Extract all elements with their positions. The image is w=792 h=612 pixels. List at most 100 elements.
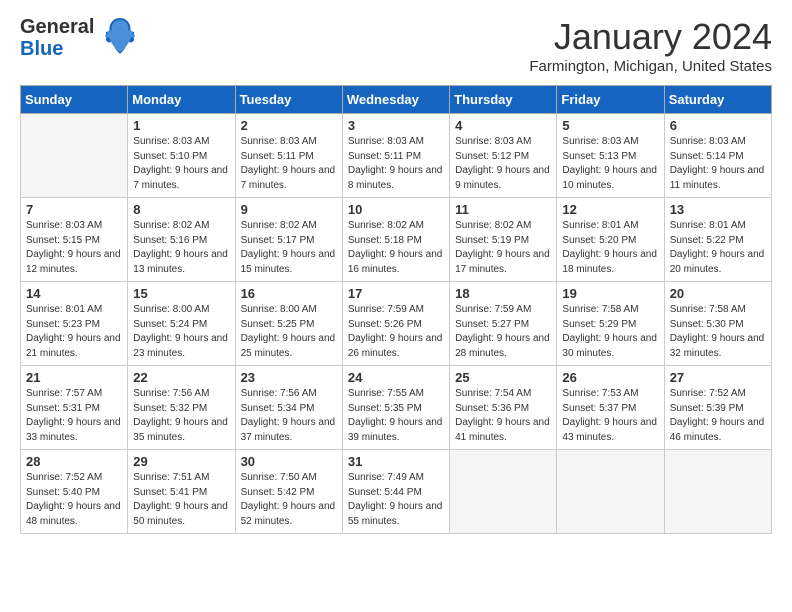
calendar-cell: 25 Sunrise: 7:54 AM Sunset: 5:36 PM Dayli… xyxy=(450,366,557,450)
day-info: Sunrise: 7:52 AM Sunset: 5:40 PM Dayligh… xyxy=(26,471,123,529)
day-number: 6 xyxy=(670,118,767,133)
day-number: 16 xyxy=(241,286,338,301)
calendar-week-2: 7 Sunrise: 8:03 AM Sunset: 5:15 PM Daylig… xyxy=(21,198,772,282)
calendar-cell: 30Sunrise: 7:50 AM Sunset: 5:42 PM Dayli… xyxy=(235,450,342,534)
calendar-week-3: 14 Sunrise: 8:01 AM Sunset: 5:23 PM Dayli… xyxy=(21,282,772,366)
day-number: 3 xyxy=(348,118,445,133)
calendar-cell: 22 Sunrise: 7:56 AM Sunset: 5:32 PM Dayli… xyxy=(128,366,235,450)
title-block: January 2024 Farmington, Michigan, Unite… xyxy=(529,16,772,75)
calendar-cell: 17 Sunrise: 7:59 AM Sunset: 5:26 PM Dayli… xyxy=(342,282,449,366)
calendar-cell: 5 Sunrise: 8:03 AM Sunset: 5:13 PM Daylig… xyxy=(557,114,664,198)
calendar-week-5: 28 Sunrise: 7:52 AM Sunset: 5:40 PM Dayli… xyxy=(21,450,772,534)
calendar-cell: 27 Sunrise: 7:52 AM Sunset: 5:39 PM Dayli… xyxy=(664,366,771,450)
day-header-monday: Monday xyxy=(128,86,235,114)
calendar-cell: 2Sunrise: 8:03 AM Sunset: 5:11 PM Daylig… xyxy=(235,114,342,198)
day-info: Sunrise: 7:56 AM Sunset: 5:34 PM Dayligh… xyxy=(241,387,338,445)
day-info: Sunrise: 8:03 AM Sunset: 5:10 PM Dayligh… xyxy=(133,135,230,193)
logo-general: General xyxy=(20,16,94,38)
day-number: 13 xyxy=(670,202,767,217)
calendar-cell: 21Sunrise: 7:57 AM Sunset: 5:31 PM Dayli… xyxy=(21,366,128,450)
day-info: Sunrise: 7:51 AM Sunset: 5:41 PM Dayligh… xyxy=(133,471,230,529)
day-number: 7 xyxy=(26,202,123,217)
day-info: Sunrise: 8:02 AM Sunset: 5:19 PM Dayligh… xyxy=(455,219,552,277)
day-number: 27 xyxy=(670,370,767,385)
day-info: Sunrise: 7:53 AM Sunset: 5:37 PM Dayligh… xyxy=(562,387,659,445)
day-info: Sunrise: 7:58 AM Sunset: 5:30 PM Dayligh… xyxy=(670,303,767,361)
logo: General Blue xyxy=(20,16,138,60)
day-number: 17 xyxy=(348,286,445,301)
day-info: Sunrise: 8:02 AM Sunset: 5:18 PM Dayligh… xyxy=(348,219,445,277)
day-number: 20 xyxy=(670,286,767,301)
calendar-cell: 20 Sunrise: 7:58 AM Sunset: 5:30 PM Dayli… xyxy=(664,282,771,366)
day-number: 29 xyxy=(133,454,230,469)
day-info: Sunrise: 8:02 AM Sunset: 5:17 PM Dayligh… xyxy=(241,219,338,277)
day-header-sunday: Sunday xyxy=(21,86,128,114)
calendar-header-row: SundayMondayTuesdayWednesdayThursdayFrid… xyxy=(21,86,772,114)
day-number: 2 xyxy=(241,118,338,133)
day-number: 28 xyxy=(26,454,123,469)
day-info: Sunrise: 8:01 AM Sunset: 5:23 PM Dayligh… xyxy=(26,303,123,361)
day-number: 12 xyxy=(562,202,659,217)
calendar-cell xyxy=(557,450,664,534)
calendar-cell xyxy=(21,114,128,198)
day-number: 22 xyxy=(133,370,230,385)
page-header: General Blue January 2024 Farmington, Mi… xyxy=(20,16,772,75)
day-number: 14 xyxy=(26,286,123,301)
calendar-cell: 12Sunrise: 8:01 AM Sunset: 5:20 PM Dayli… xyxy=(557,198,664,282)
day-header-friday: Friday xyxy=(557,86,664,114)
day-number: 5 xyxy=(562,118,659,133)
day-number: 23 xyxy=(241,370,338,385)
calendar-week-1: 1 Sunrise: 8:03 AM Sunset: 5:10 PM Daylig… xyxy=(21,114,772,198)
calendar-cell: 16 Sunrise: 8:00 AM Sunset: 5:25 PM Dayli… xyxy=(235,282,342,366)
calendar-cell: 3 Sunrise: 8:03 AM Sunset: 5:11 PM Daylig… xyxy=(342,114,449,198)
calendar-cell: 9 Sunrise: 8:02 AM Sunset: 5:17 PM Daylig… xyxy=(235,198,342,282)
day-info: Sunrise: 8:03 AM Sunset: 5:15 PM Dayligh… xyxy=(26,219,123,277)
day-info: Sunrise: 8:03 AM Sunset: 5:11 PM Dayligh… xyxy=(348,135,445,193)
page-container: General Blue January 2024 Farmington, Mi… xyxy=(0,0,792,544)
calendar-cell: 8 Sunrise: 8:02 AM Sunset: 5:16 PM Daylig… xyxy=(128,198,235,282)
logo-blue: Blue xyxy=(20,38,94,60)
day-number: 11 xyxy=(455,202,552,217)
day-info: Sunrise: 7:59 AM Sunset: 5:26 PM Dayligh… xyxy=(348,303,445,361)
day-info: Sunrise: 7:50 AM Sunset: 5:42 PM Dayligh… xyxy=(241,471,338,529)
logo-bird-icon xyxy=(102,16,138,56)
day-number: 25 xyxy=(455,370,552,385)
calendar-cell: 23 Sunrise: 7:56 AM Sunset: 5:34 PM Dayli… xyxy=(235,366,342,450)
calendar-cell: 13 Sunrise: 8:01 AM Sunset: 5:22 PM Dayli… xyxy=(664,198,771,282)
day-info: Sunrise: 8:01 AM Sunset: 5:22 PM Dayligh… xyxy=(670,219,767,277)
calendar-cell: 15Sunrise: 8:00 AM Sunset: 5:24 PM Dayli… xyxy=(128,282,235,366)
day-number: 21 xyxy=(26,370,123,385)
calendar-cell: 29 Sunrise: 7:51 AM Sunset: 5:41 PM Dayli… xyxy=(128,450,235,534)
calendar-cell xyxy=(664,450,771,534)
calendar-cell: 4Sunrise: 8:03 AM Sunset: 5:12 PM Daylig… xyxy=(450,114,557,198)
calendar-cell: 1 Sunrise: 8:03 AM Sunset: 5:10 PM Daylig… xyxy=(128,114,235,198)
day-info: Sunrise: 8:02 AM Sunset: 5:16 PM Dayligh… xyxy=(133,219,230,277)
calendar-cell: 14 Sunrise: 8:01 AM Sunset: 5:23 PM Dayli… xyxy=(21,282,128,366)
day-info: Sunrise: 7:54 AM Sunset: 5:36 PM Dayligh… xyxy=(455,387,552,445)
location: Farmington, Michigan, United States xyxy=(529,58,772,75)
calendar-cell: 18Sunrise: 7:59 AM Sunset: 5:27 PM Dayli… xyxy=(450,282,557,366)
day-info: Sunrise: 8:00 AM Sunset: 5:25 PM Dayligh… xyxy=(241,303,338,361)
day-info: Sunrise: 8:03 AM Sunset: 5:13 PM Dayligh… xyxy=(562,135,659,193)
day-number: 31 xyxy=(348,454,445,469)
day-info: Sunrise: 7:58 AM Sunset: 5:29 PM Dayligh… xyxy=(562,303,659,361)
day-number: 1 xyxy=(133,118,230,133)
day-number: 10 xyxy=(348,202,445,217)
day-number: 19 xyxy=(562,286,659,301)
day-number: 4 xyxy=(455,118,552,133)
day-number: 15 xyxy=(133,286,230,301)
day-info: Sunrise: 7:56 AM Sunset: 5:32 PM Dayligh… xyxy=(133,387,230,445)
calendar-cell: 26Sunrise: 7:53 AM Sunset: 5:37 PM Dayli… xyxy=(557,366,664,450)
day-number: 9 xyxy=(241,202,338,217)
calendar-table: SundayMondayTuesdayWednesdayThursdayFrid… xyxy=(20,85,772,534)
day-info: Sunrise: 7:52 AM Sunset: 5:39 PM Dayligh… xyxy=(670,387,767,445)
day-info: Sunrise: 8:03 AM Sunset: 5:14 PM Dayligh… xyxy=(670,135,767,193)
calendar-cell: 6 Sunrise: 8:03 AM Sunset: 5:14 PM Daylig… xyxy=(664,114,771,198)
day-number: 24 xyxy=(348,370,445,385)
calendar-cell: 31Sunrise: 7:49 AM Sunset: 5:44 PM Dayli… xyxy=(342,450,449,534)
day-info: Sunrise: 7:59 AM Sunset: 5:27 PM Dayligh… xyxy=(455,303,552,361)
day-number: 8 xyxy=(133,202,230,217)
calendar-cell: 28 Sunrise: 7:52 AM Sunset: 5:40 PM Dayli… xyxy=(21,450,128,534)
calendar-cell: 24Sunrise: 7:55 AM Sunset: 5:35 PM Dayli… xyxy=(342,366,449,450)
calendar-cell: 19 Sunrise: 7:58 AM Sunset: 5:29 PM Dayli… xyxy=(557,282,664,366)
